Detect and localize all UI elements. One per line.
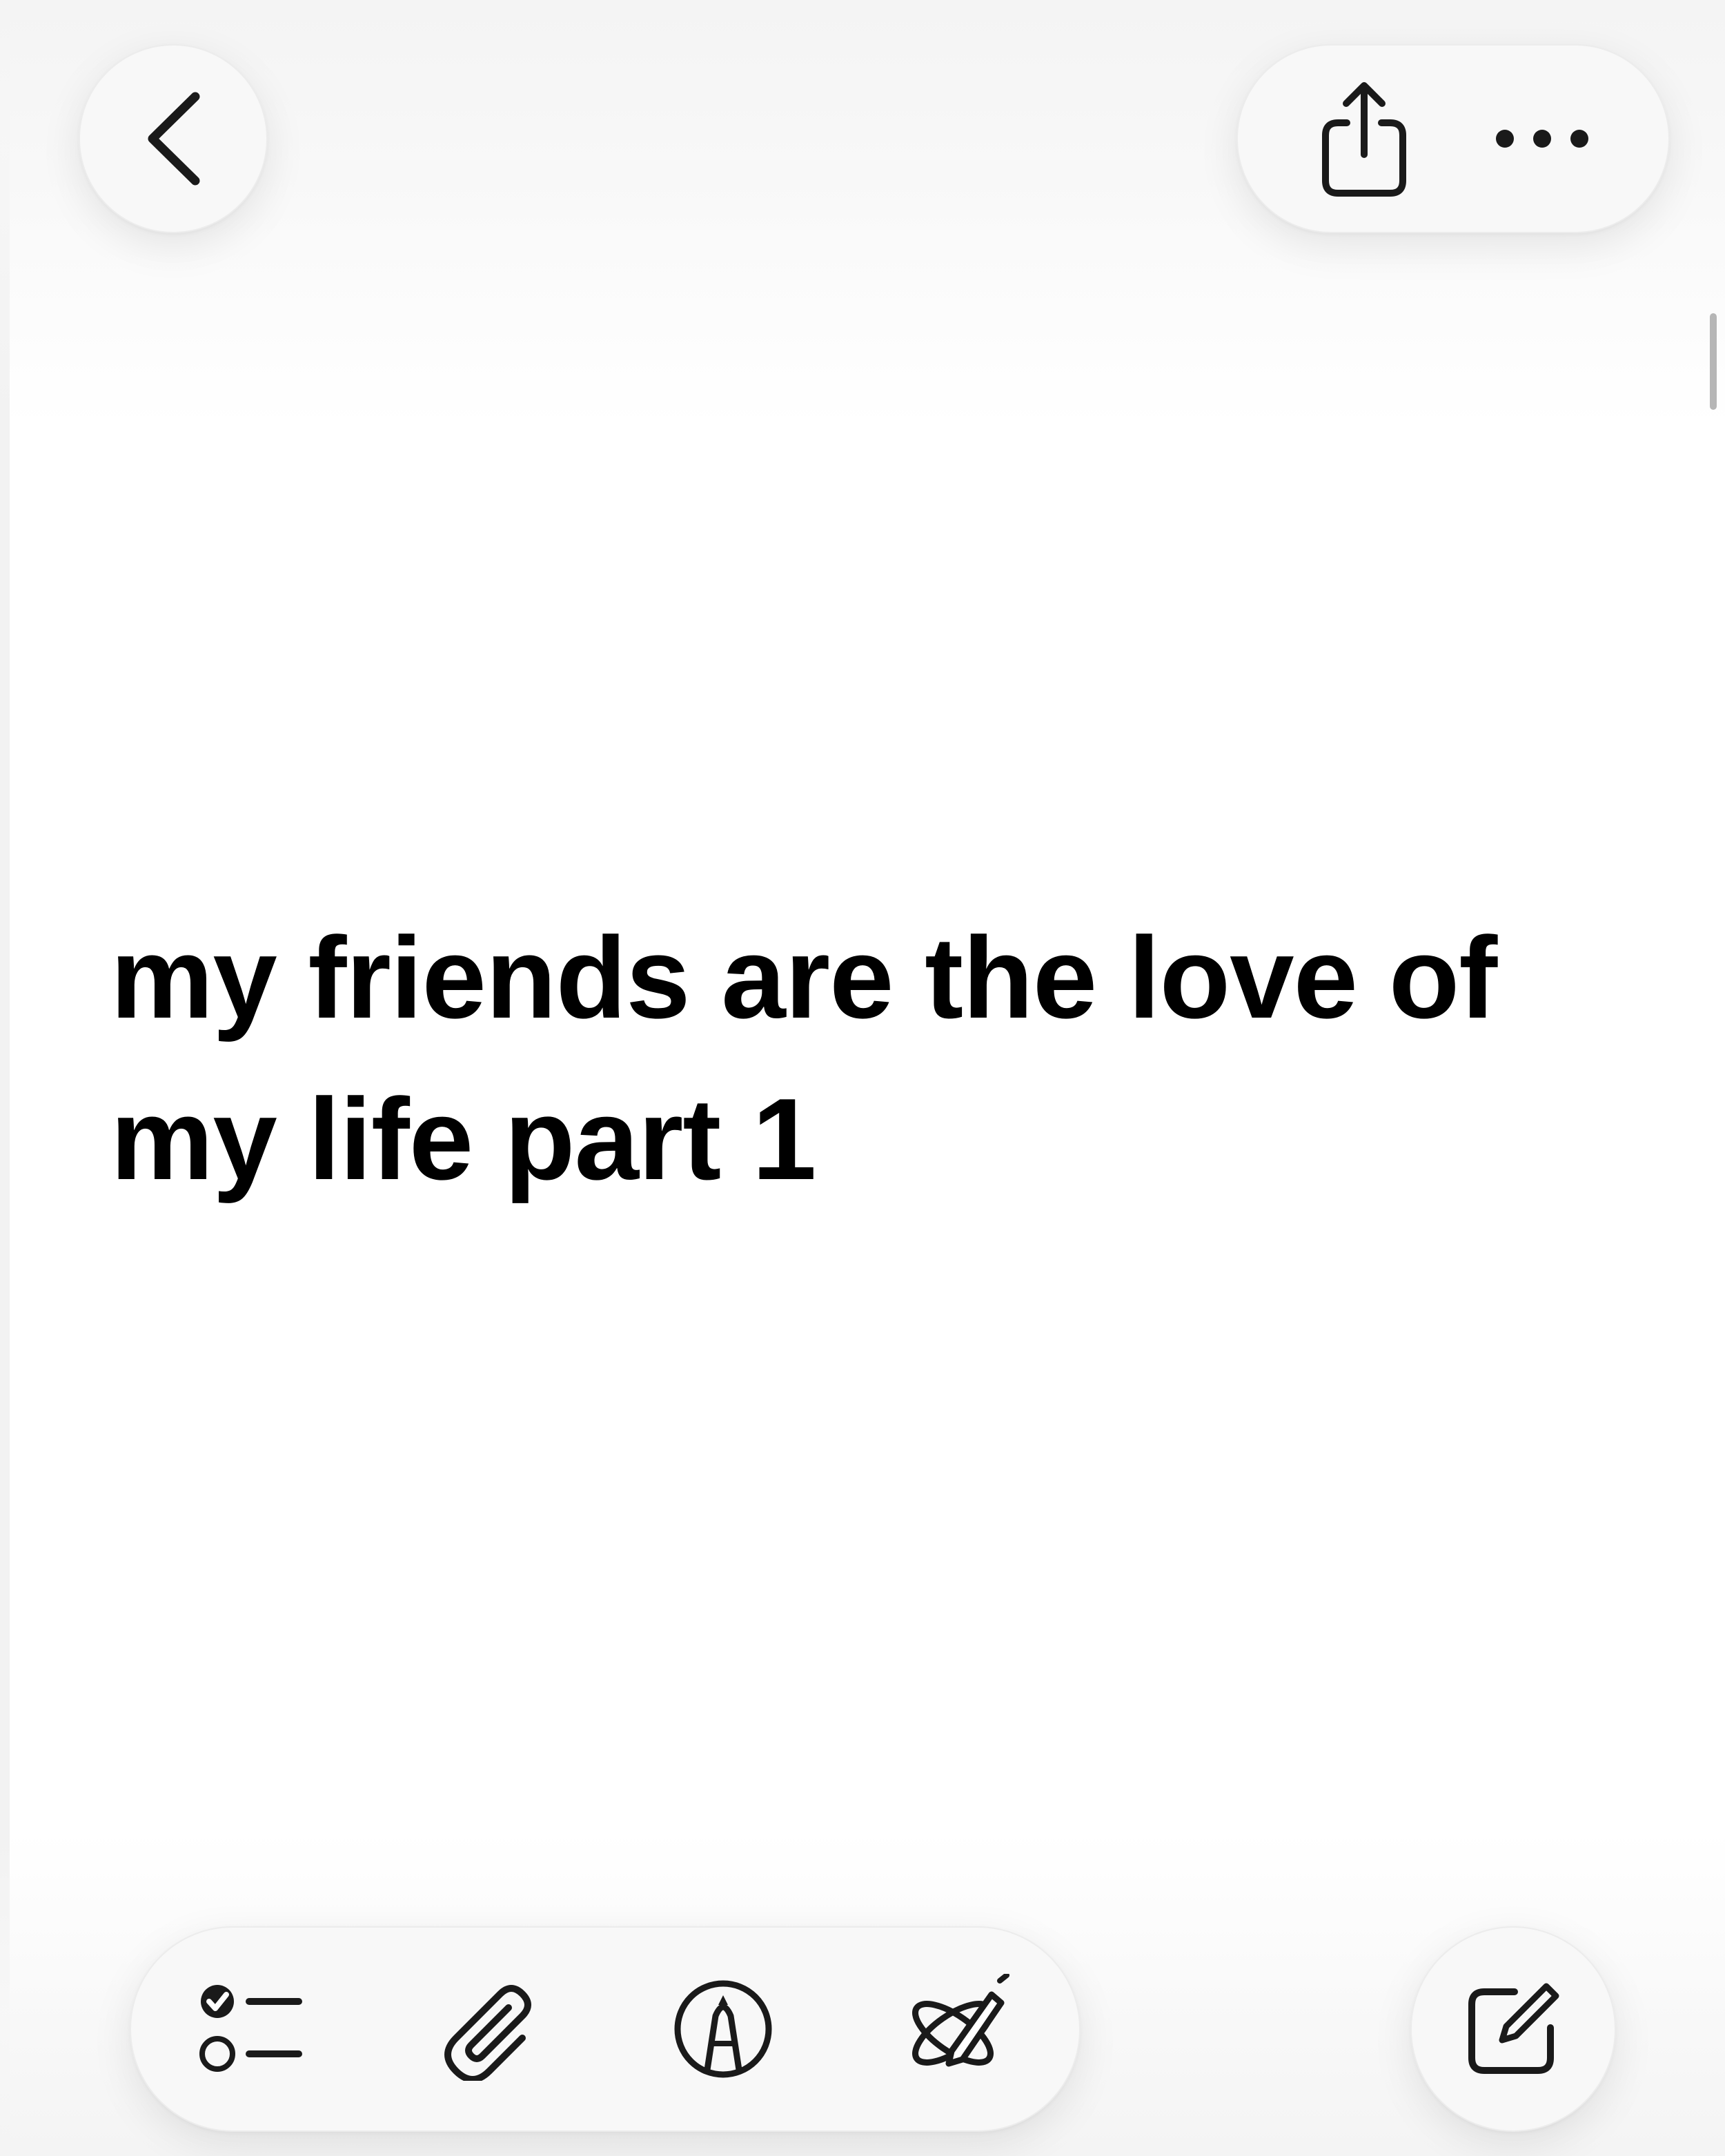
paperclip-icon xyxy=(435,1977,539,2081)
bottom-toolbar xyxy=(130,1926,1081,2132)
back-button[interactable] xyxy=(79,44,268,233)
compose-button[interactable] xyxy=(1410,1926,1616,2132)
notes-screen: my friends are the love of my life part … xyxy=(0,0,1725,2156)
share-icon xyxy=(1316,80,1412,197)
compose-icon xyxy=(1465,1981,1561,2077)
attachment-button[interactable] xyxy=(428,1970,546,2088)
scroll-indicator[interactable] xyxy=(1710,313,1717,410)
checklist-icon xyxy=(197,1981,307,2077)
note-body[interactable]: my friends are the love of my life part … xyxy=(110,897,1587,1220)
writing-tools-button[interactable] xyxy=(900,1970,1017,2088)
share-button[interactable] xyxy=(1305,80,1423,197)
writing-tools-icon xyxy=(903,1974,1014,2084)
markup-button[interactable] xyxy=(664,1970,782,2088)
markup-pen-icon xyxy=(671,1977,775,2081)
checklist-button[interactable] xyxy=(193,1970,310,2088)
chevron-left-icon xyxy=(132,87,215,190)
more-button[interactable] xyxy=(1483,80,1601,197)
top-actions-group xyxy=(1236,44,1670,233)
note-title: my friends are the love of my life part … xyxy=(110,913,1497,1204)
ellipsis-icon xyxy=(1494,125,1590,152)
